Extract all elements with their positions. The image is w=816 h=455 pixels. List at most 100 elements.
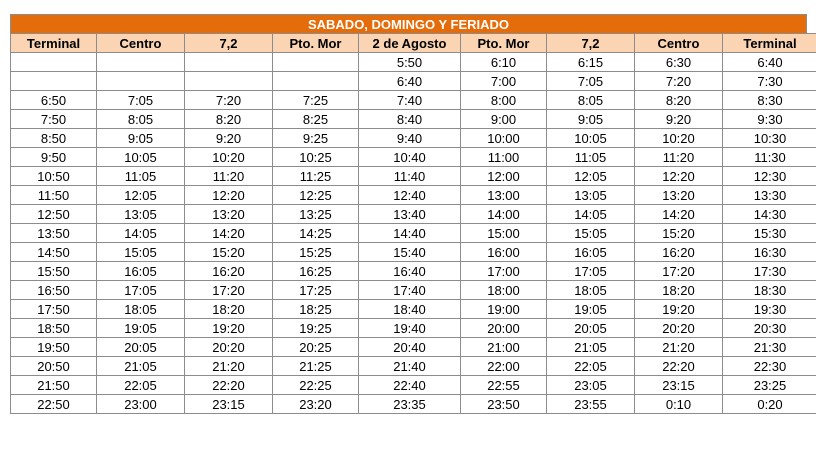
time-cell: 7:30 <box>722 71 816 91</box>
time-cell: 20:00 <box>460 318 547 338</box>
time-cell: 11:05 <box>96 166 185 186</box>
time-cell: 17:05 <box>96 280 185 300</box>
time-cell: 20:40 <box>358 337 461 357</box>
time-cell: 17:05 <box>546 261 635 281</box>
time-cell: 8:40 <box>358 109 461 129</box>
time-cell: 6:40 <box>722 52 816 72</box>
time-cell: 13:20 <box>634 185 723 205</box>
time-cell: 5:50 <box>358 52 461 72</box>
time-cell: 18:00 <box>460 280 547 300</box>
time-cell: 9:05 <box>546 109 635 129</box>
time-cell: 19:25 <box>272 318 359 338</box>
time-cell: 18:50 <box>10 318 97 338</box>
table-row: 19:50 20:05 20:20 20:25 20:40 21:00 21:05 21:20… <box>10 337 816 357</box>
time-cell: 22:50 <box>10 394 97 414</box>
time-cell: 12:25 <box>272 185 359 205</box>
time-cell: 22:05 <box>96 375 185 395</box>
time-cell: 10:30 <box>722 128 816 148</box>
time-cell: 23:55 <box>546 394 635 414</box>
time-cell: 16:20 <box>184 261 273 281</box>
table-row: 6:40 7:00 7:05 7:20 7:30 <box>10 71 816 91</box>
time-cell: 10:25 <box>272 147 359 167</box>
time-cell: 20:20 <box>634 318 723 338</box>
time-cell: 12:05 <box>546 166 635 186</box>
time-cell: 11:40 <box>358 166 461 186</box>
time-cell: 17:50 <box>10 299 97 319</box>
time-cell: 8:50 <box>10 128 97 148</box>
time-cell: 22:40 <box>358 375 461 395</box>
time-cell: 11:20 <box>634 147 723 167</box>
time-cell: 7:40 <box>358 90 461 110</box>
time-cell: 20:50 <box>10 356 97 376</box>
time-cell: 22:55 <box>460 375 547 395</box>
schedule-table-container: SABADO, DOMINGO Y FERIADO Terminal Centr… <box>10 14 816 414</box>
time-cell: 23:20 <box>272 394 359 414</box>
time-cell: 10:20 <box>634 128 723 148</box>
time-cell: 17:20 <box>634 261 723 281</box>
column-header-terminal: Terminal <box>10 33 97 53</box>
time-cell: 17:00 <box>460 261 547 281</box>
table-row: 22:50 23:00 23:15 23:20 23:35 23:50 23:55 0:10 0… <box>10 394 816 414</box>
time-cell: 16:40 <box>358 261 461 281</box>
time-cell: 14:20 <box>184 223 273 243</box>
table-row: 15:50 16:05 16:20 16:25 16:40 17:00 17:05 17:20… <box>10 261 816 281</box>
schedule-body: 5:50 6:10 6:15 6:30 6:40 6:40 7:00 7:05 7:20 7:30… <box>10 52 816 414</box>
schedule-title: SABADO, DOMINGO Y FERIADO <box>10 14 807 33</box>
time-cell: 18:05 <box>546 280 635 300</box>
time-cell: 9:30 <box>722 109 816 129</box>
time-cell: 10:05 <box>96 147 185 167</box>
time-cell: 23:50 <box>460 394 547 414</box>
time-cell: 21:50 <box>10 375 97 395</box>
time-cell: 13:05 <box>96 204 185 224</box>
time-cell: 21:25 <box>272 356 359 376</box>
time-cell: 8:20 <box>634 90 723 110</box>
time-cell: 15:20 <box>184 242 273 262</box>
time-cell <box>10 71 97 91</box>
time-cell: 15:00 <box>460 223 547 243</box>
time-cell: 10:40 <box>358 147 461 167</box>
time-cell: 18:30 <box>722 280 816 300</box>
time-cell: 19:30 <box>722 299 816 319</box>
time-cell: 6:15 <box>546 52 635 72</box>
time-cell: 21:00 <box>460 337 547 357</box>
table-row: 11:50 12:05 12:20 12:25 12:40 13:00 13:05 13:20… <box>10 185 816 205</box>
time-cell: 17:30 <box>722 261 816 281</box>
time-cell: 19:05 <box>546 299 635 319</box>
time-cell: 7:20 <box>184 90 273 110</box>
time-cell: 0:20 <box>722 394 816 414</box>
time-cell: 12:40 <box>358 185 461 205</box>
time-cell: 0:10 <box>634 394 723 414</box>
time-cell: 23:25 <box>722 375 816 395</box>
time-cell: 18:20 <box>634 280 723 300</box>
time-cell: 13:25 <box>272 204 359 224</box>
table-row: 20:50 21:05 21:20 21:25 21:40 22:00 22:05 22:20… <box>10 356 816 376</box>
time-cell: 15:05 <box>96 242 185 262</box>
time-cell: 8:05 <box>96 109 185 129</box>
time-cell: 22:20 <box>184 375 273 395</box>
column-header-centro-return: Centro <box>634 33 723 53</box>
time-cell: 9:25 <box>272 128 359 148</box>
time-cell: 8:05 <box>546 90 635 110</box>
time-cell <box>10 52 97 72</box>
time-cell: 21:40 <box>358 356 461 376</box>
time-cell: 8:30 <box>722 90 816 110</box>
time-cell: 14:40 <box>358 223 461 243</box>
table-row: 21:50 22:05 22:20 22:25 22:40 22:55 23:05 23:15… <box>10 375 816 395</box>
time-cell: 12:30 <box>722 166 816 186</box>
time-cell: 22:25 <box>272 375 359 395</box>
time-cell: 16:50 <box>10 280 97 300</box>
time-cell: 16:30 <box>722 242 816 262</box>
time-cell: 19:50 <box>10 337 97 357</box>
time-cell: 20:30 <box>722 318 816 338</box>
time-cell: 13:00 <box>460 185 547 205</box>
time-cell: 10:50 <box>10 166 97 186</box>
time-cell: 14:30 <box>722 204 816 224</box>
time-cell: 10:00 <box>460 128 547 148</box>
column-header-pto-mor-return: Pto. Mor <box>460 33 547 53</box>
time-cell: 15:25 <box>272 242 359 262</box>
time-cell: 7:25 <box>272 90 359 110</box>
time-cell: 22:30 <box>722 356 816 376</box>
time-cell: 21:30 <box>722 337 816 357</box>
table-row: 17:50 18:05 18:20 18:25 18:40 19:00 19:05 19:20… <box>10 299 816 319</box>
time-cell: 23:15 <box>184 394 273 414</box>
